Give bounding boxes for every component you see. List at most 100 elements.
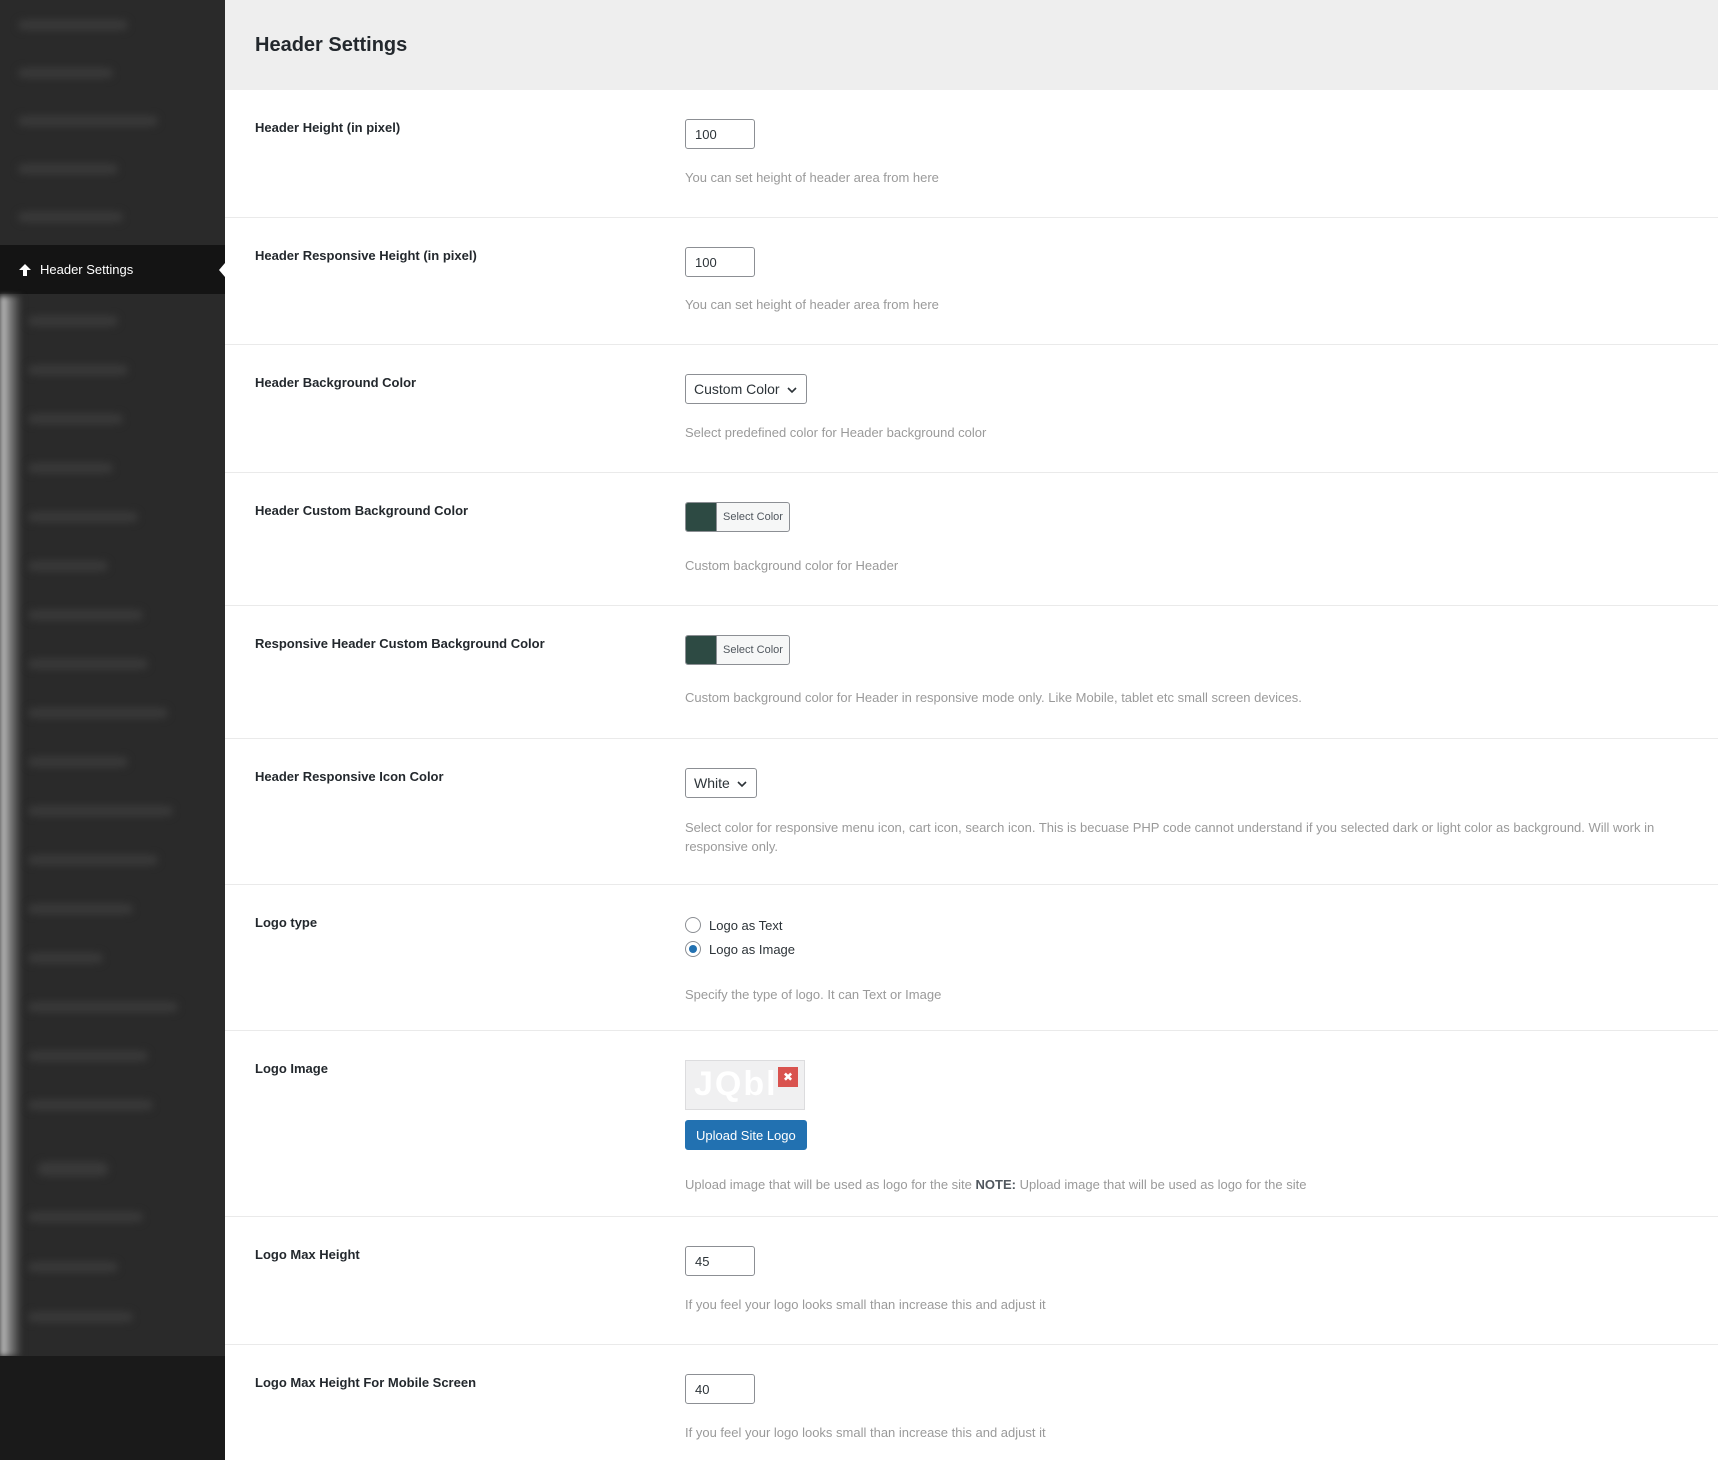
field-control: Select Color xyxy=(685,502,790,536)
blurred-menu-item xyxy=(28,659,148,669)
header-height-input[interactable] xyxy=(685,119,755,149)
blurred-menu-item xyxy=(18,20,128,30)
radio-logo-as-text[interactable]: Logo as Text xyxy=(685,913,795,937)
blurred-menu-item xyxy=(28,414,123,424)
setting-row-logo-image: Logo Image JQbl ✖ Upload Site Logo Uploa… xyxy=(225,1031,1718,1217)
radio-label: Logo as Text xyxy=(709,917,783,933)
field-description: Upload image that will be used as logo f… xyxy=(685,1175,1665,1194)
color-swatch xyxy=(686,636,717,664)
field-description: You can set height of header area from h… xyxy=(685,297,939,312)
select-color-label: Select Color xyxy=(723,511,783,523)
blurred-menu-item xyxy=(28,610,143,620)
field-label: Header Custom Background Color xyxy=(255,503,469,518)
upload-site-logo-button[interactable]: Upload Site Logo xyxy=(685,1120,807,1150)
blurred-menu-item xyxy=(18,212,123,222)
field-description: Specify the type of logo. It can Text or… xyxy=(685,987,942,1002)
logo-max-height-input[interactable] xyxy=(685,1246,755,1276)
desc-text: Upload image that will be used as logo f… xyxy=(1015,1177,1307,1192)
blurred-menu-item xyxy=(28,1212,143,1222)
header-bg-color-select[interactable]: Custom Color xyxy=(685,374,807,404)
header-custom-bg-color-picker[interactable]: Select Color xyxy=(685,502,790,532)
sidebar-item-label: Header Settings xyxy=(40,262,134,277)
field-label: Logo Max Height For Mobile Screen xyxy=(255,1375,477,1390)
select-value: White xyxy=(694,775,730,791)
field-control: White xyxy=(685,768,757,798)
blurred-menu-item xyxy=(28,1100,153,1110)
setting-row-header-height: Header Height (in pixel) You can set hei… xyxy=(225,90,1718,218)
header-responsive-height-input[interactable] xyxy=(685,247,755,277)
blurred-menu-item xyxy=(18,164,118,174)
radio-button[interactable] xyxy=(685,941,701,957)
field-label: Logo Image xyxy=(255,1061,328,1076)
field-description: If you feel your logo looks small than i… xyxy=(685,1425,1046,1440)
setting-row-logo-type: Logo type Logo as Text Logo as Image Spe… xyxy=(225,885,1718,1031)
field-label: Header Height (in pixel) xyxy=(255,120,401,135)
blurred-menu-item xyxy=(28,316,118,326)
blurred-menu-item xyxy=(28,1262,118,1272)
field-description: You can set height of header area from h… xyxy=(685,170,939,185)
field-control xyxy=(685,247,755,277)
field-control: JQbl ✖ Upload Site Logo xyxy=(685,1060,807,1150)
field-label: Header Responsive Height (in pixel) xyxy=(255,248,477,263)
setting-row-header-responsive-height: Header Responsive Height (in pixel) You … xyxy=(225,218,1718,345)
note-label: NOTE: xyxy=(975,1177,1016,1192)
field-control xyxy=(685,1246,755,1276)
select-color-label: Select Color xyxy=(723,644,783,656)
field-control: Custom Color xyxy=(685,374,807,404)
radio-logo-as-image[interactable]: Logo as Image xyxy=(685,937,795,961)
sidebar-item-header-settings[interactable]: Header Settings xyxy=(0,245,225,294)
blurred-menu-item xyxy=(28,512,138,522)
field-description: If you feel your logo looks small than i… xyxy=(685,1297,1046,1312)
field-control: Logo as Text Logo as Image xyxy=(685,913,795,961)
admin-sidebar: Header Settings xyxy=(0,0,225,1460)
chevron-down-icon xyxy=(736,777,748,789)
blurred-menu-item xyxy=(38,1162,108,1176)
field-label: Header Background Color xyxy=(255,375,417,390)
select-value: Custom Color xyxy=(694,381,780,397)
setting-row-responsive-header-custom-bg: Responsive Header Custom Background Colo… xyxy=(225,606,1718,739)
blurred-menu-item xyxy=(18,68,113,78)
blurred-menu-item xyxy=(18,116,158,126)
field-description: Custom background color for Header in re… xyxy=(685,690,1302,705)
arrow-up-icon xyxy=(18,263,32,277)
setting-row-header-bg-color: Header Background Color Custom Color Sel… xyxy=(225,345,1718,473)
sidebar-edge xyxy=(0,296,22,1356)
blurred-menu-item xyxy=(28,463,113,473)
header-responsive-icon-color-select[interactable]: White xyxy=(685,768,757,798)
radio-button[interactable] xyxy=(685,917,701,933)
remove-icon[interactable]: ✖ xyxy=(778,1067,798,1087)
color-swatch xyxy=(686,503,717,531)
logo-thumbnail: JQbl xyxy=(694,1065,778,1103)
blurred-menu-item xyxy=(28,855,158,865)
field-control: Select Color xyxy=(685,635,790,669)
blurred-menu-item xyxy=(28,757,128,767)
chevron-down-icon xyxy=(786,383,798,395)
blurred-menu-item xyxy=(28,904,133,914)
blurred-menu-item xyxy=(28,365,128,375)
logo-max-height-mobile-input[interactable] xyxy=(685,1374,755,1404)
blurred-menu-item xyxy=(28,708,168,718)
field-description: Custom background color for Header xyxy=(685,558,899,573)
setting-row-logo-max-height-mobile: Logo Max Height For Mobile Screen If you… xyxy=(225,1345,1718,1460)
sidebar-footer xyxy=(0,1356,225,1460)
main-content: Header Settings Header Height (in pixel)… xyxy=(225,0,1718,1460)
blurred-menu-item xyxy=(28,561,108,571)
blurred-menu-item xyxy=(28,953,103,963)
field-description: Select color for responsive menu icon, c… xyxy=(685,820,1655,854)
blurred-menu-item xyxy=(28,1312,133,1322)
blurred-menu-item xyxy=(28,806,173,816)
desc-text: Upload image that will be used as logo f… xyxy=(685,1177,976,1192)
setting-row-logo-max-height: Logo Max Height If you feel your logo lo… xyxy=(225,1217,1718,1345)
field-description: Select predefined color for Header backg… xyxy=(685,425,987,440)
blurred-menu-item xyxy=(28,1002,178,1012)
responsive-header-custom-bg-color-picker[interactable]: Select Color xyxy=(685,635,790,665)
page-title: Header Settings xyxy=(255,33,408,56)
page-header: Header Settings xyxy=(225,0,1718,90)
field-label: Logo type xyxy=(255,915,318,930)
field-label: Responsive Header Custom Background Colo… xyxy=(255,636,545,651)
setting-row-header-responsive-icon-color: Header Responsive Icon Color White Selec… xyxy=(225,739,1718,885)
logo-preview: JQbl ✖ xyxy=(685,1060,805,1110)
blurred-menu-item xyxy=(28,1051,148,1061)
radio-label: Logo as Image xyxy=(709,941,796,957)
field-label: Header Responsive Icon Color xyxy=(255,769,444,784)
